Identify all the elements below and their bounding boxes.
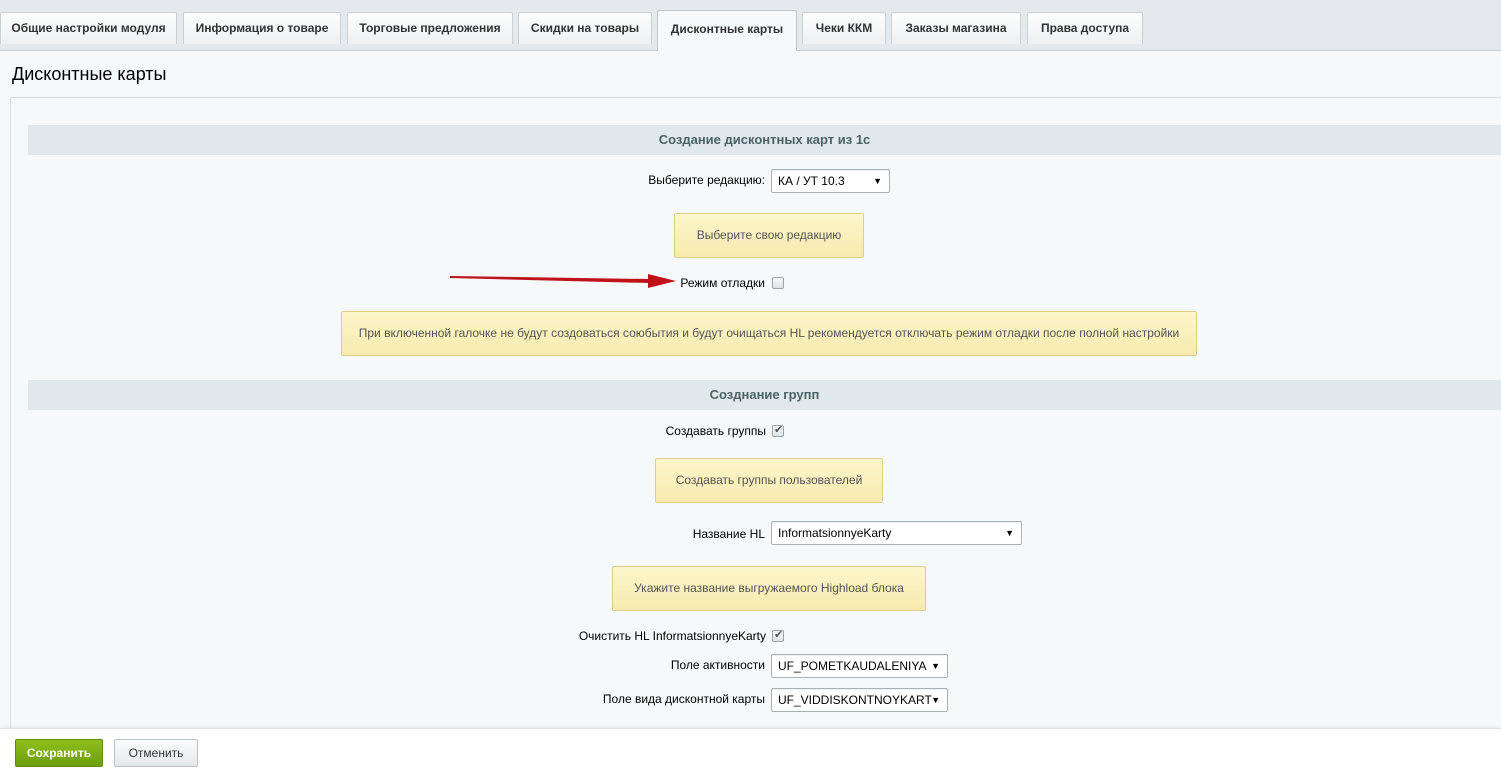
clear-hl-checkbox[interactable]: ✔ (772, 629, 784, 642)
activity-field-select[interactable]: UF_POMETKAUDALENIYA ▼ (771, 654, 948, 678)
caret-down-icon: ▼ (931, 661, 940, 671)
edition-select-value: КА / УТ 10.3 (778, 174, 845, 188)
edition-hint: Выберите свою редакцию (674, 213, 864, 258)
tab-access-rights[interactable]: Права доступа (1027, 12, 1143, 44)
check-icon: ✔ (774, 424, 784, 436)
section-header-create-groups: Созднание групп (28, 380, 1501, 410)
tab-kkm-receipts[interactable]: Чеки ККМ (802, 12, 886, 44)
hl-name-select[interactable]: InformatsionnyeKarty ▼ (771, 521, 1022, 545)
clear-hl-label: Очистить HL InformatsionnyeKarty (578, 629, 766, 643)
caret-down-icon: ▼ (1005, 528, 1014, 538)
card-type-field-label: Поле вида дисконтной карты (602, 692, 765, 706)
tab-general-settings[interactable]: Общие настройки модуля (0, 12, 177, 44)
hl-name-select-value: InformatsionnyeKarty (778, 526, 892, 540)
edition-label: Выберите редакцию: (648, 173, 765, 187)
edition-select[interactable]: КА / УТ 10.3 ▼ (771, 169, 890, 193)
footer-bar: Сохранить Отменить (0, 728, 1501, 772)
tab-discount-cards[interactable]: Дисконтные карты (657, 10, 797, 51)
hl-name-label: Название HL (692, 527, 765, 541)
cancel-button[interactable]: Отменить (114, 739, 198, 767)
tab-product-info[interactable]: Информация о товаре (183, 12, 341, 44)
create-groups-label: Создавать группы (665, 424, 766, 438)
create-groups-checkbox[interactable]: ✔ (772, 424, 784, 437)
save-button[interactable]: Сохранить (15, 739, 103, 767)
tab-store-orders[interactable]: Заказы магазина (891, 12, 1021, 44)
hl-name-hint: Укажите название выгружаемого Highload б… (612, 566, 926, 611)
check-icon: ✔ (774, 629, 784, 641)
debug-mode-label: Режим отладки (680, 276, 765, 290)
caret-down-icon: ▼ (931, 695, 940, 705)
tab-bar: Общие настройки модуля Информация о това… (0, 0, 1501, 51)
card-type-field-select[interactable]: UF_VIDDISKONTNOYKART ▼ (771, 688, 948, 712)
debug-mode-checkbox[interactable] (772, 277, 784, 289)
create-groups-hint: Создавать группы пользователей (655, 458, 883, 503)
caret-down-icon: ▼ (873, 176, 882, 186)
page-title: Дисконтные карты (12, 64, 167, 84)
tab-trade-offers[interactable]: Торговые предложения (347, 12, 513, 44)
activity-field-select-value: UF_POMETKAUDALENIYA (778, 659, 927, 673)
tab-product-discounts[interactable]: Скидки на товары (518, 12, 652, 44)
activity-field-label: Поле активности (670, 658, 765, 672)
card-type-field-select-value: UF_VIDDISKONTNOYKART (778, 693, 932, 707)
debug-mode-hint: При включенной галочке не будут создоват… (341, 311, 1197, 356)
section-header-cards-from-1c: Создание дисконтных карт из 1с (28, 125, 1501, 155)
